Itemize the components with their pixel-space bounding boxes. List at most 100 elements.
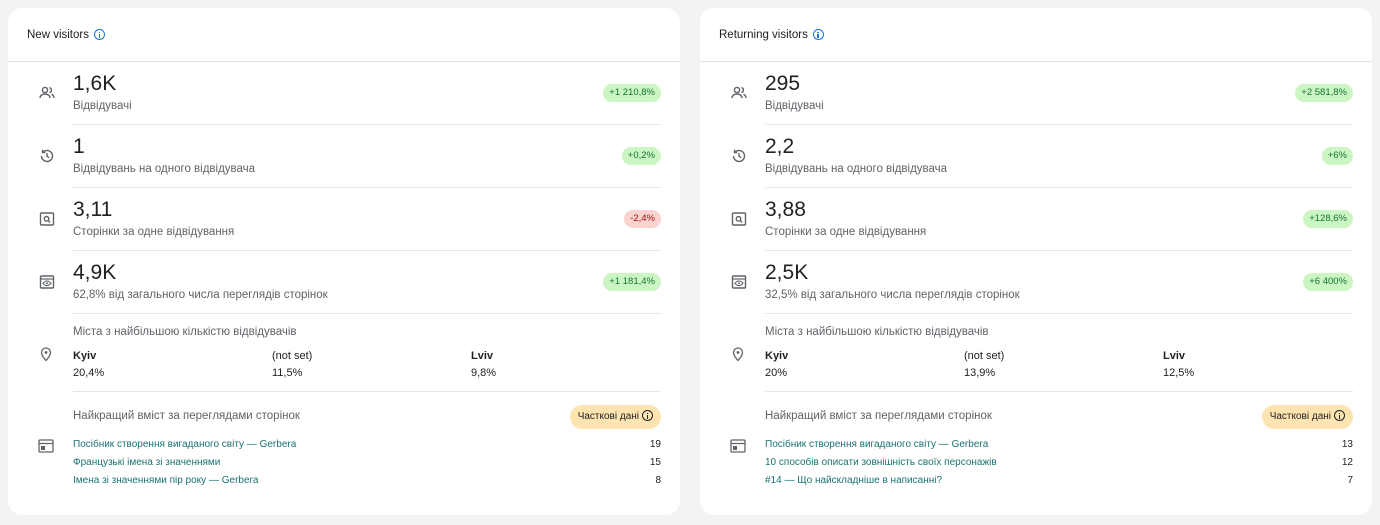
metric-pages-per-visit: 3,88 Сторінки за одне відвідування +128,… bbox=[731, 188, 1353, 251]
visitor-cards: New visitors 1,6K Відвідувачі +1 210,8% … bbox=[0, 0, 1380, 515]
top-content: Найкращий вміст за переглядами сторінок … bbox=[38, 392, 661, 512]
metric-value: 1,6K bbox=[73, 72, 117, 95]
city-item: (not set) 11,5% bbox=[272, 350, 422, 379]
returning-visitors-card: Returning visitors 295 Відвідувачі +2 58… bbox=[700, 8, 1372, 515]
list-item: Посібник створення вигаданого світу — Ge… bbox=[765, 437, 1353, 455]
metric-value: 295 bbox=[765, 72, 801, 95]
metric-label: Сторінки за одне відвідування bbox=[765, 226, 927, 238]
info-icon[interactable] bbox=[93, 29, 105, 40]
metric-visitors: 295 Відвідувачі +2 581,8% bbox=[731, 62, 1353, 125]
page-views: 7 bbox=[1347, 475, 1353, 486]
metric-value: 3,88 bbox=[765, 198, 806, 221]
change-badge: +1 210,8% bbox=[603, 84, 661, 102]
top-cities: Міста з найбільшою кількістю відвідувачі… bbox=[40, 314, 661, 392]
metric-label: Відвідувань на одного відвідувача bbox=[765, 163, 948, 175]
city-share: 12,5% bbox=[1163, 367, 1195, 379]
people-icon bbox=[39, 86, 55, 99]
eye-page-icon bbox=[39, 275, 55, 289]
list-item: Імена зі значеннями пір року — Gerbera 8 bbox=[73, 473, 661, 491]
change-badge: -2,4% bbox=[624, 210, 661, 228]
city-item: Kyiv 20,4% bbox=[73, 350, 223, 379]
metric-visitors: 1,6K Відвідувачі +1 210,8% bbox=[39, 62, 661, 125]
city-name: (not set) bbox=[964, 350, 1005, 362]
location-pin-icon bbox=[732, 347, 744, 362]
page-search-icon bbox=[731, 212, 747, 226]
metric-page-views: 2,5K 32,5% від загального числа перегляд… bbox=[731, 251, 1353, 314]
metric-label: Відвідувачі bbox=[765, 100, 824, 112]
page-views: 12 bbox=[1341, 457, 1353, 468]
list-item: 10 способів описати зовнішність своїх пе… bbox=[765, 455, 1353, 473]
page-link[interactable]: 10 способів описати зовнішність своїх пе… bbox=[765, 457, 997, 468]
page-link[interactable]: Посібник створення вигаданого світу — Ge… bbox=[765, 439, 988, 450]
change-badge: +128,6% bbox=[1303, 210, 1353, 228]
change-badge: +1 181,4% bbox=[603, 273, 661, 291]
new-visitors-card: New visitors 1,6K Відвідувачі +1 210,8% … bbox=[8, 8, 680, 515]
page-views: 8 bbox=[655, 475, 661, 486]
info-icon[interactable] bbox=[812, 29, 824, 40]
city-share: 13,9% bbox=[964, 367, 996, 379]
history-icon bbox=[40, 149, 54, 163]
content-title: Найкращий вміст за переглядами сторінок bbox=[73, 410, 300, 422]
list-item: Французькі імена зі значеннями 15 bbox=[73, 455, 661, 473]
city-share: 9,8% bbox=[471, 367, 497, 379]
page-link[interactable]: #14 — Що найскладніше в написанні? bbox=[765, 475, 942, 486]
top-cities: Міста з найбільшою кількістю відвідувачі… bbox=[732, 314, 1353, 392]
metric-value: 3,11 bbox=[73, 198, 113, 221]
metric-label: Відвідувачі bbox=[73, 100, 132, 112]
city-item: Kyiv 20% bbox=[765, 350, 915, 379]
metric-value: 2,2 bbox=[765, 135, 795, 158]
location-pin-icon bbox=[40, 347, 52, 362]
people-icon bbox=[731, 86, 747, 99]
top-content: Найкращий вміст за переглядами сторінок … bbox=[730, 392, 1353, 512]
metric-label: 62,8% від загального числа переглядів ст… bbox=[73, 289, 328, 301]
page-views: 15 bbox=[649, 457, 661, 468]
metric-value: 4,9K bbox=[73, 261, 117, 284]
metric-visits-per-visitor: 2,2 Відвідувань на одного відвідувача +6… bbox=[732, 125, 1353, 188]
partial-data-label: Часткові дані bbox=[577, 411, 639, 422]
change-badge: +6% bbox=[1321, 147, 1353, 165]
eye-page-icon bbox=[731, 275, 747, 289]
partial-data-badge[interactable]: Часткові дані bbox=[569, 405, 661, 429]
page-link[interactable]: Посібник створення вигаданого світу — Ge… bbox=[73, 439, 296, 450]
city-item: (not set) 13,9% bbox=[964, 350, 1114, 379]
change-badge: +2 581,8% bbox=[1295, 84, 1353, 102]
metric-pages-per-visit: 3,11 Сторінки за одне відвідування -2,4% bbox=[39, 188, 661, 251]
metric-visits-per-visitor: 1 Відвідувань на одного відвідувача +0,2… bbox=[40, 125, 661, 188]
metric-label: Сторінки за одне відвідування bbox=[73, 226, 235, 238]
metric-value: 2,5K bbox=[765, 261, 809, 284]
page-search-icon bbox=[39, 212, 55, 226]
cities-title: Міста з найбільшою кількістю відвідувачі… bbox=[765, 326, 989, 338]
card-header: Returning visitors bbox=[700, 8, 1372, 62]
page-views: 19 bbox=[649, 439, 661, 450]
page-link[interactable]: Французькі імена зі значеннями bbox=[73, 457, 220, 468]
metric-label: Відвідувань на одного відвідувача bbox=[73, 163, 256, 175]
city-item: Lviv 9,8% bbox=[471, 350, 621, 379]
city-item: Lviv 12,5% bbox=[1163, 350, 1313, 379]
info-icon bbox=[1334, 410, 1345, 421]
page-link[interactable]: Імена зі значеннями пір року — Gerbera bbox=[73, 475, 258, 486]
page-views: 13 bbox=[1341, 439, 1353, 450]
city-name: (not set) bbox=[272, 350, 313, 362]
web-page-icon bbox=[730, 439, 746, 453]
city-name: Lviv bbox=[471, 350, 494, 362]
history-icon bbox=[732, 149, 746, 163]
content-title: Найкращий вміст за переглядами сторінок bbox=[765, 410, 992, 422]
city-name: Lviv bbox=[1163, 350, 1186, 362]
city-share: 20,4% bbox=[73, 367, 105, 379]
cities-title: Міста з найбільшою кількістю відвідувачі… bbox=[73, 326, 297, 338]
city-share: 11,5% bbox=[272, 367, 303, 379]
metric-label: 32,5% від загального числа переглядів ст… bbox=[765, 289, 1020, 301]
city-share: 20% bbox=[765, 367, 788, 379]
city-name: Kyiv bbox=[765, 350, 789, 362]
info-icon bbox=[642, 410, 653, 421]
change-badge: +6 400% bbox=[1303, 273, 1353, 291]
metric-page-views: 4,9K 62,8% від загального числа перегляд… bbox=[39, 251, 661, 314]
metric-value: 1 bbox=[73, 135, 85, 158]
partial-data-badge[interactable]: Часткові дані bbox=[1261, 405, 1353, 429]
city-name: Kyiv bbox=[73, 350, 97, 362]
list-item: #14 — Що найскладніше в написанні? 7 bbox=[765, 473, 1353, 491]
partial-data-label: Часткові дані bbox=[1269, 411, 1331, 422]
card-title: Returning visitors bbox=[719, 28, 808, 41]
web-page-icon bbox=[38, 439, 54, 453]
list-item: Посібник створення вигаданого світу — Ge… bbox=[73, 437, 661, 455]
